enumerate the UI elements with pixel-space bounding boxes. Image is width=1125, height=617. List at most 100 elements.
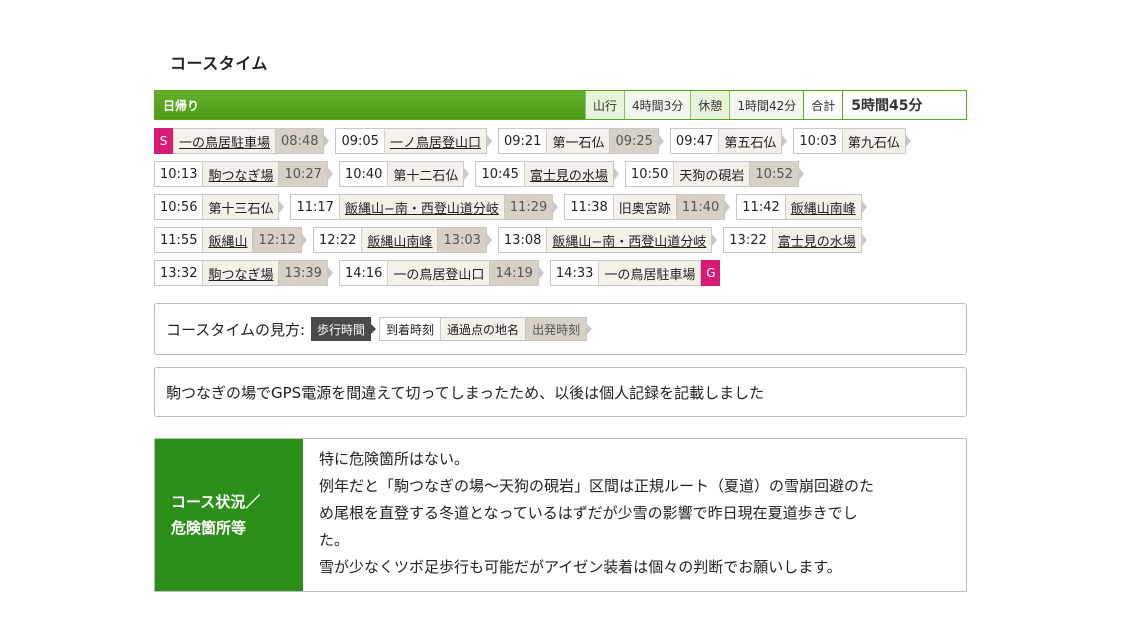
route-point: 11:17 飯縄山−南・西登山道分岐 11:29 <box>290 194 559 220</box>
place-name: 第十二石仏 <box>387 161 465 187</box>
next-arrow-icon <box>327 168 333 180</box>
place-name: 一の鳥居駐車場 <box>173 128 277 154</box>
route-point: 09:21 第一石仏 09:25 <box>497 128 664 154</box>
total-time-label: 合計 <box>803 91 843 119</box>
route-point: 13:08 飯縄山−南・西登山道分岐 <box>497 227 718 253</box>
arrive-time: 11:38 <box>564 194 613 220</box>
place-name: 一の鳥居登山口 <box>387 260 491 286</box>
goal-badge: G <box>701 260 721 286</box>
conditions-line: た。 <box>319 531 350 549</box>
next-arrow-icon <box>279 201 285 213</box>
next-arrow-icon <box>861 201 867 213</box>
course-time-legend: コースタイムの見方: 歩行時間 到着時刻 通過点の地名 出発時刻 <box>154 303 967 355</box>
next-arrow-icon <box>712 234 718 246</box>
trip-type-label: 日帰り <box>155 91 585 119</box>
place-name: 第一石仏 <box>546 128 611 154</box>
legend-depart-time: 出発時刻 <box>526 317 588 341</box>
depart-time: 08:48 <box>276 128 325 154</box>
arrive-time: 13:22 <box>723 227 772 253</box>
arrive-time: 10:45 <box>475 161 524 187</box>
route-point: 09:47 第五石仏 <box>669 128 788 154</box>
route-point: 13:22 富士見の水場 <box>723 227 867 253</box>
legend-label: コースタイムの見方: <box>166 320 306 339</box>
conditions-line: 特に危険箇所はない。 <box>319 450 470 468</box>
arrive-time: 09:05 <box>335 128 384 154</box>
route-row: 13:32 駒つなぎ場 13:39 14:16 一の鳥居登山口 14:19 14:33 一の鳥… <box>154 260 974 286</box>
arrive-time: 13:08 <box>497 227 547 253</box>
place-name[interactable]: 飯縄山−南・西登山道分岐 <box>338 194 505 220</box>
depart-time: 11:29 <box>504 194 554 220</box>
arrive-time: 10:40 <box>338 161 388 187</box>
route-point: 13:32 駒つなぎ場 13:39 <box>154 260 333 286</box>
route-point: 11:42 飯縄山南峰 <box>736 194 867 220</box>
conditions-line: め尾根を直登する冬道となっているはずだが少雪の影響で昨日現在夏道歩きでし <box>319 504 858 522</box>
route-point: 10:03 第九石仏 <box>793 128 911 154</box>
place-name: 旧奥宮跡 <box>612 194 677 220</box>
next-arrow-icon <box>798 168 804 180</box>
place-name: 一の鳥居駐車場 <box>598 260 702 286</box>
route-point: 14:33 一の鳥居駐車場 G <box>549 260 721 286</box>
arrive-time: 10:56 <box>154 194 203 220</box>
place-name: 第十三石仏 <box>202 194 280 220</box>
arrive-time: 14:16 <box>338 260 388 286</box>
place-name[interactable]: 富士見の水場 <box>771 227 862 253</box>
place-name[interactable]: 飯縄山南峰 <box>361 227 439 253</box>
route-point: 10:13 駒つなぎ場 10:27 <box>154 161 333 187</box>
place-name[interactable]: 飯縄山南峰 <box>784 194 862 220</box>
route-row: 11:55 飯縄山 12:12 12:22 飯縄山南峰 13:03 13:08 飯縄山−南・西… <box>154 227 974 253</box>
next-arrow-icon <box>324 135 330 147</box>
route-point: 11:55 飯縄山 12:12 <box>154 227 307 253</box>
place-name[interactable]: 駒つなぎ場 <box>202 161 280 187</box>
arrive-time: 11:55 <box>154 227 203 253</box>
place-name[interactable]: 富士見の水場 <box>523 161 614 187</box>
course-time-summary: 日帰り 山行 4時間3分 休憩 1時間42分 合計 5時間45分 <box>154 90 967 120</box>
route-point: 10:40 第十二石仏 <box>338 161 470 187</box>
legend-walk-time: 歩行時間 <box>311 317 377 341</box>
next-arrow-icon <box>861 234 867 246</box>
route-point: 14:16 一の鳥居登山口 14:19 <box>338 260 544 286</box>
arrive-time: 12:22 <box>312 227 362 253</box>
route-point: 11:38 旧奥宮跡 11:40 <box>564 194 731 220</box>
next-arrow-icon <box>658 135 664 147</box>
next-arrow-icon <box>553 201 559 213</box>
arrive-time: 14:33 <box>549 260 599 286</box>
next-arrow-icon <box>486 234 492 246</box>
arrive-time: 10:50 <box>624 161 674 187</box>
route-point: 09:05 一ノ鳥居登山口 <box>335 128 492 154</box>
walk-time-value: 4時間3分 <box>624 91 691 119</box>
legend-arrow-icon <box>587 324 593 334</box>
place-name[interactable]: 飯縄山−南・西登山道分岐 <box>546 227 713 253</box>
next-arrow-icon <box>327 267 333 279</box>
route-row: 10:56 第十三石仏 11:17 飯縄山−南・西登山道分岐 11:29 11:38 旧奥宮… <box>154 194 974 220</box>
next-arrow-icon <box>613 168 619 180</box>
depart-time: 13:39 <box>279 260 328 286</box>
route-timeline: S 一の鳥居駐車場 08:48 09:05 一ノ鳥居登山口 09:21 第一石仏 09:25 0… <box>154 128 974 293</box>
arrive-time: 10:13 <box>154 161 203 187</box>
rest-time-value: 1時間42分 <box>729 91 804 119</box>
next-arrow-icon <box>905 135 911 147</box>
depart-time: 10:52 <box>750 161 799 187</box>
depart-time: 12:12 <box>253 227 302 253</box>
conditions-line: 雪が少なくツボ足歩行も可能だがアイゼン装着は個々の判断でお願いします。 <box>319 558 842 576</box>
arrive-time: 09:21 <box>497 128 547 154</box>
arrive-time: 10:03 <box>793 128 842 154</box>
next-arrow-icon <box>301 234 307 246</box>
place-name: 天狗の硯岩 <box>673 161 751 187</box>
route-point: 10:50 天狗の硯岩 10:52 <box>624 161 804 187</box>
route-point: S 一の鳥居駐車場 08:48 <box>154 128 330 154</box>
conditions-body: 特に危険箇所はない。 例年だと「駒つなぎの場〜天狗の硯岩」区間は正規ルート（夏道… <box>303 439 888 591</box>
rest-time-label: 休憩 <box>690 91 730 119</box>
next-arrow-icon <box>464 168 470 180</box>
section-title: コースタイム <box>170 54 268 73</box>
next-arrow-icon <box>782 135 788 147</box>
conditions-heading-line1: コース状況／ <box>171 493 261 511</box>
conditions-heading-line2: 危険箇所等 <box>171 519 247 537</box>
place-name[interactable]: 駒つなぎ場 <box>202 260 280 286</box>
route-point: 10:56 第十三石仏 <box>154 194 285 220</box>
place-name[interactable]: 一ノ鳥居登山口 <box>383 128 487 154</box>
depart-time: 13:03 <box>438 227 487 253</box>
arrive-time: 11:17 <box>290 194 339 220</box>
arrive-time: 09:47 <box>669 128 719 154</box>
place-name[interactable]: 飯縄山 <box>202 227 254 253</box>
arrive-time: 13:32 <box>154 260 203 286</box>
